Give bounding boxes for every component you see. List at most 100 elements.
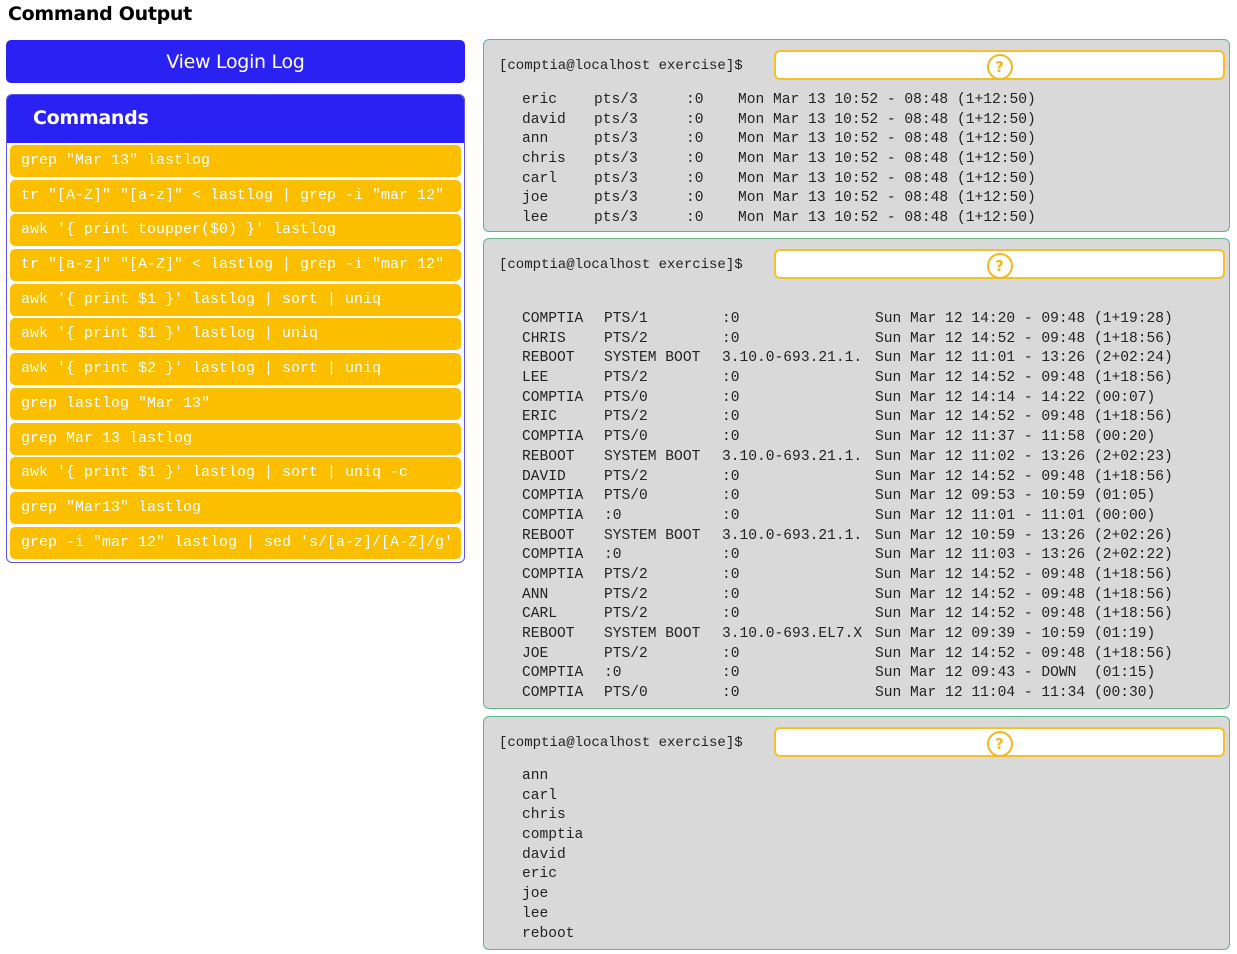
terminal-output: eric pts/3 :0 Mon Mar 13 10:52 - 08:48 (1+1… [522, 91, 1036, 229]
output-cell: Sun Mar 12 11:04 - 11:34 (00:30) [875, 685, 1156, 702]
command-option[interactable]: grep -i "mar 12" lastlog | sed 's/[a-z]/… [10, 526, 461, 559]
output-cell: pts/3 [594, 210, 638, 227]
output-cell: COMPTIA [522, 566, 584, 583]
output-line: ann pts/3:0 Mon Mar 13 10:52 - 08:48 (1+12… [522, 130, 1036, 150]
output-cell: PTS/2 [604, 606, 648, 623]
command-dropzone[interactable]: ? [774, 727, 1225, 757]
output-cell: DAVID [522, 468, 566, 485]
command-option[interactable]: awk '{ print $1 }' lastlog | sort | uniq… [10, 457, 461, 490]
output-line: COMPTIA PTS/2:0 Sun Mar 12 14:52 - 09:48 (… [522, 566, 1173, 586]
output-line: COMPTIA PTS/1:0 Sun Mar 12 14:20 - 09:48 (… [522, 310, 1173, 330]
output-line: comptia [522, 826, 583, 846]
output-cell: :0 [604, 665, 622, 682]
command-option[interactable]: awk '{ print $1 }' lastlog | uniq [10, 318, 461, 351]
output-cell: Sun Mar 12 11:03 - 13:26 (2+02:22) [875, 547, 1173, 564]
output-cell: PTS/2 [604, 409, 648, 426]
command-option[interactable]: grep "Mar 13" lastlog [10, 145, 461, 177]
output-cell: SYSTEM BOOT [604, 448, 701, 465]
output-line: carl [522, 787, 583, 807]
output-cell: Mon Mar 13 10:52 - 08:48 (1+12:50) [738, 111, 1036, 128]
output-cell: ANN [522, 586, 549, 603]
output-cell: :0 [722, 645, 740, 662]
output-line: ERIC PTS/2:0 Sun Mar 12 14:52 - 09:48 (1+1… [522, 408, 1173, 428]
output-line: LEE PTS/2:0 Sun Mar 12 14:52 - 09:48 (1+18… [522, 369, 1173, 389]
command-option[interactable]: grep "Mar13" lastlog [10, 491, 461, 524]
output-line: chris pts/3:0 Mon Mar 13 10:52 - 08:48 (1+… [522, 150, 1036, 170]
command-option[interactable]: grep Mar 13 lastlog [10, 422, 461, 455]
output-cell: :0 [686, 170, 704, 187]
output-cell: PTS/0 [604, 685, 648, 702]
output-cell: LEE [522, 370, 549, 387]
output-cell: ERIC [522, 409, 558, 426]
output-cell: :0 [722, 409, 740, 426]
output-cell: Sun Mar 12 14:52 - 09:48 (1+18:56) [875, 586, 1173, 603]
output-cell: PTS/2 [604, 586, 648, 603]
output-cell: COMPTIA [522, 429, 584, 446]
output-cell: REBOOT [522, 448, 575, 465]
output-cell: ann [522, 131, 549, 148]
output-cell: david [522, 111, 566, 128]
output-cell: CHRIS [522, 330, 566, 347]
output-cell: PTS/2 [604, 645, 648, 662]
command-option[interactable]: awk '{ print $2 }' lastlog | sort | uniq [10, 353, 461, 386]
output-line: JOE PTS/2:0 Sun Mar 12 14:52 - 09:48 (1+18… [522, 645, 1173, 665]
output-cell: COMPTIA [522, 665, 584, 682]
command-dropzone[interactable]: ? [774, 50, 1225, 80]
output-cell: david [522, 846, 566, 863]
output-line: REBOOT SYSTEM BOOT 3.10.0-693.21.1. Sun Mar… [522, 448, 1173, 468]
output-cell: comptia [522, 827, 584, 844]
terminal-1: [comptia@localhost exercise]$ ? eric pts/… [483, 39, 1230, 232]
output-cell: :0 [722, 606, 740, 623]
output-cell: :0 [686, 210, 704, 227]
left-column: View Login Log Commands grep "Mar 13" la… [6, 40, 465, 563]
output-line: REBOOT SYSTEM BOOT 3.10.0-693.21.1. Sun Mar… [522, 349, 1173, 369]
commands-list: grep "Mar 13" lastlog tr "[A-Z]" "[a-z]" … [7, 143, 464, 562]
output-line: ANN PTS/2:0 Sun Mar 12 14:52 - 09:48 (1+18… [522, 586, 1173, 606]
output-cell: :0 [722, 685, 740, 702]
output-cell: pts/3 [594, 151, 638, 168]
output-cell: Mon Mar 13 10:52 - 08:48 (1+12:50) [738, 170, 1036, 187]
output-cell: :0 [722, 547, 740, 564]
output-cell: eric [522, 866, 558, 883]
output-cell: eric [522, 92, 558, 108]
output-cell: Mon Mar 13 10:52 - 08:48 (1+12:50) [738, 92, 1036, 108]
command-option[interactable]: tr "[A-Z]" "[a-z]" < lastlog | grep -i "… [10, 179, 461, 212]
terminal-output: ann carl chris comptia david eric joe lee reboot [522, 767, 583, 944]
command-option[interactable]: awk '{ print toupper($0) }' lastlog [10, 214, 461, 247]
output-cell: SYSTEM BOOT [604, 350, 701, 367]
output-line: COMPTIA:0:0 Sun Mar 12 09:43 - DOWN (01:1… [522, 664, 1173, 684]
view-login-log-button[interactable]: View Login Log [6, 40, 465, 83]
shell-prompt: [comptia@localhost exercise]$ [499, 58, 743, 74]
output-cell: COMPTIA [522, 488, 584, 505]
output-line: COMPTIA:0:0 Sun Mar 12 11:03 - 13:26 (2+0… [522, 546, 1173, 566]
output-cell: ann [522, 768, 549, 784]
command-option[interactable]: tr "[a-z]" "[A-Z]" < lastlog | grep -i "… [10, 249, 461, 282]
output-cell: Sun Mar 12 14:52 - 09:48 (1+18:56) [875, 468, 1173, 485]
output-cell: Sun Mar 12 09:43 - DOWN (01:15) [875, 665, 1156, 682]
command-option[interactable]: awk '{ print $1 }' lastlog | sort | uniq [10, 283, 461, 316]
output-cell: COMPTIA [522, 389, 584, 406]
output-cell: pts/3 [594, 111, 638, 128]
output-cell: Mon Mar 13 10:52 - 08:48 (1+12:50) [738, 210, 1036, 227]
output-cell: Sun Mar 12 14:20 - 09:48 (1+19:28) [875, 311, 1173, 327]
output-cell: :0 [686, 111, 704, 128]
output-cell: :0 [722, 507, 740, 524]
output-cell: COMPTIA [522, 685, 584, 702]
output-cell: pts/3 [594, 131, 638, 148]
output-cell: REBOOT [522, 527, 575, 544]
shell-prompt: [comptia@localhost exercise]$ [499, 735, 743, 751]
output-cell: :0 [686, 190, 704, 207]
output-line: reboot [522, 925, 583, 945]
output-line: david [522, 846, 583, 866]
output-line: CARL PTS/2:0 Sun Mar 12 14:52 - 09:48 (1+1… [522, 605, 1173, 625]
output-cell: Mon Mar 13 10:52 - 08:48 (1+12:50) [738, 131, 1036, 148]
output-cell: :0 [722, 488, 740, 505]
output-line: COMPTIA PTS/0:0 Sun Mar 12 14:14 - 14:22 (… [522, 389, 1173, 409]
output-cell: 3.10.0-693.EL7.X [722, 626, 863, 642]
command-option[interactable]: grep lastlog "Mar 13" [10, 387, 461, 420]
output-cell: PTS/2 [604, 330, 648, 347]
output-cell: :0 [722, 429, 740, 446]
output-cell: :0 [722, 389, 740, 406]
output-cell: Sun Mar 12 11:02 - 13:26 (2+02:23) [875, 448, 1173, 465]
command-dropzone[interactable]: ? [774, 249, 1225, 279]
